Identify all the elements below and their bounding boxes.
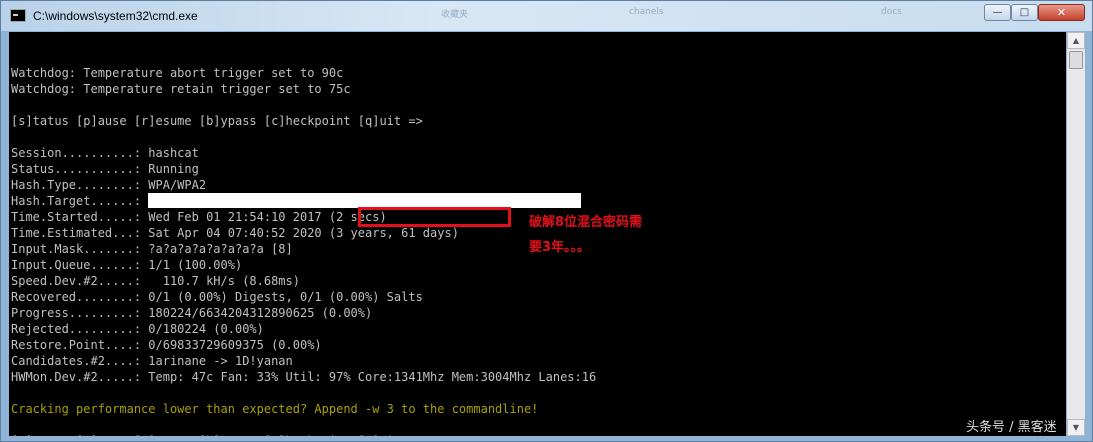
annotation-line: 破解8位混合密码需 [529,215,643,230]
console-line: [s]tatus [p]ause [r]esume [b]ypass [c]he… [11,113,596,129]
console-line-text: Rejected.........: 0/180224 (0.00%) [11,322,264,336]
vertical-scrollbar[interactable]: ▲ ▼ [1067,32,1085,436]
console-line-text: Restore.Point....: 0/69833729609375 (0.0… [11,338,322,352]
close-button[interactable]: ✕ [1038,4,1085,21]
console-line-text: Candidates.#2....: 1arinane -> 1D!yanan [11,354,293,368]
console-line: Session..........: hashcat [11,145,596,161]
console-line: Restore.Point....: 0/69833729609375 (0.0… [11,337,596,353]
console-line: Rejected.........: 0/180224 (0.00%) [11,321,596,337]
console-line-text: Input.Mask.......: ?a?a?a?a?a?a?a?a [8] [11,242,293,256]
console-line: Watchdog: Temperature retain trigger set… [11,81,596,97]
console-line: Status...........: Running [11,161,596,177]
console-line: Progress.........: 180224/66342043128906… [11,305,596,321]
console-line: HWMon.Dev.#2.....: Temp: 47c Fan: 33% Ut… [11,369,596,385]
console-line: Input.Queue......: 1/1 (100.00%) [11,257,596,273]
console-line-text: Hash.Type........: WPA/WPA2 [11,178,207,192]
console-line-text: Session..........: hashcat [11,146,199,160]
time-estimate-highlight-box [358,207,511,227]
console-line-text: Input.Queue......: 1/1 (100.00%) [11,258,243,272]
console-line: Speed.Dev.#2.....: 110.7 kH/s (8.68ms) [11,273,596,289]
cmd-app-icon[interactable] [10,9,26,22]
console-line: Watchdog: Temperature abort trigger set … [11,65,596,81]
console-line-text: Watchdog: Temperature abort trigger set … [11,66,344,80]
console-line-text: Time.Started.....: Wed Feb 01 21:54:10 2… [11,210,387,224]
background-tab-label: chanels [629,7,664,17]
console-line-text: [s]tatus [p]ause [r]esume [b]ypass [c]he… [11,114,423,128]
console-line: Recovered........: 0/1 (0.00%) Digests, … [11,289,596,305]
title-bar[interactable]: C:\windows\system32\cmd.exe 收藏夹 chanels … [1,1,1092,31]
watermark: 头条号 / 黑客迷 [966,420,1057,435]
console-line-text: Progress.........: 180224/66342043128906… [11,306,373,320]
scroll-up-arrow-icon[interactable]: ▲ [1067,32,1085,49]
console-line-text: Hash.Target......: [11,194,149,208]
maximize-button[interactable]: □ [1011,4,1038,21]
console-line-text: Time.Estimated...: Sat Apr 04 07:40:52 2… [11,226,459,240]
redacted-hash-target [148,193,582,208]
console-line-text: Cracking performance lower than expected… [11,402,539,416]
window-title: C:\windows\system32\cmd.exe [33,9,198,23]
console-line: Input.Mask.......: ?a?a?a?a?a?a?a?a [8] [11,241,596,257]
scroll-down-arrow-icon[interactable]: ▼ [1067,419,1085,436]
console-line-text: Speed.Dev.#2.....: 110.7 kH/s (8.68ms) [11,274,300,288]
console-line: Hash.Type........: WPA/WPA2 [11,177,596,193]
console-line: Time.Estimated...: Sat Apr 04 07:40:52 2… [11,225,596,241]
console-line-text: Status...........: Running [11,162,199,176]
annotation-line: 要3年。。。 [529,240,591,255]
console-line-text: Recovered........: 0/1 (0.00%) Digests, … [11,290,423,304]
annotation-text: 破解8位混合密码需 要3年。。。 [529,210,669,260]
console-line: Cracking performance lower than expected… [11,401,596,417]
minimize-button[interactable]: — [984,4,1011,21]
console-line: [s]tatus [p]ause [r]esume [b]ypass [c]he… [11,433,596,436]
background-tab-label: docs [881,7,902,17]
console-line-text: Watchdog: Temperature retain trigger set… [11,82,351,96]
console-line-text: HWMon.Dev.#2.....: Temp: 47c Fan: 33% Ut… [11,370,597,384]
console-lines: Watchdog: Temperature abort trigger set … [11,49,596,436]
console-line: Candidates.#2....: 1arinane -> 1D!yanan [11,353,596,369]
background-tab-label: 收藏夹 [441,10,469,20]
console-line-text: [s]tatus [p]ause [r]esume [b]ypass [c]he… [11,434,430,436]
scrollbar-thumb[interactable] [1069,51,1083,69]
